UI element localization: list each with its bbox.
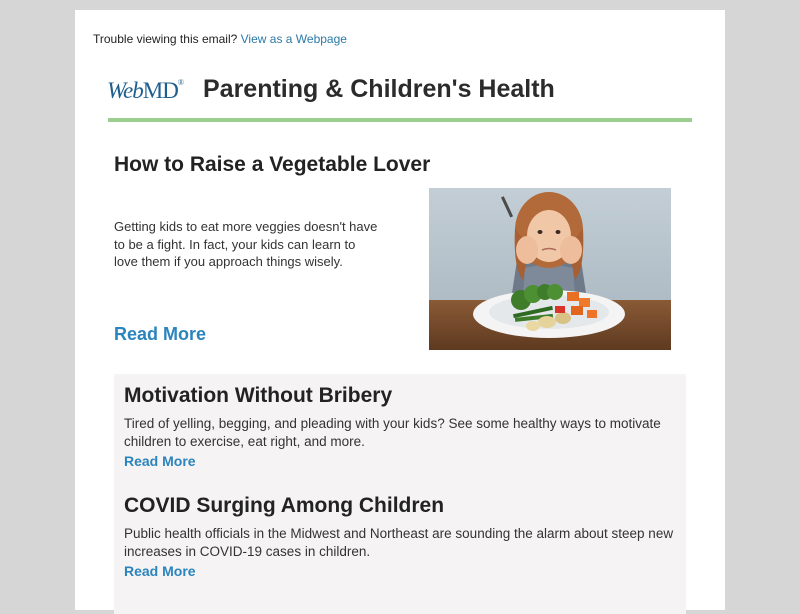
webmd-logo[interactable]: WebMD® [107,78,184,104]
article-card: Motivation Without Bribery Tired of yell… [124,384,679,471]
view-as-webpage-link[interactable]: View as a Webpage [241,32,347,46]
hero-image[interactable] [429,188,671,350]
article-description: Public health officials in the Midwest a… [124,526,674,559]
logo-md: MD [142,78,179,103]
article-description: Tired of yelling, begging, and pleading … [124,416,661,449]
hero-description: Getting kids to eat more veggies doesn't… [114,219,378,269]
article-read-more-link[interactable]: Read More [124,453,196,469]
article-read-more-link[interactable]: Read More [124,563,196,579]
secondary-articles: Motivation Without Bribery Tired of yell… [114,374,686,614]
child-with-vegetable-plate-image [429,188,671,350]
email-body: Trouble viewing this email? View as a We… [75,10,725,614]
article-title[interactable]: COVID Surging Among Children [124,494,679,518]
logo-web: Web [107,78,144,103]
hero-title[interactable]: How to Raise a Vegetable Lover [114,153,430,177]
article-card: COVID Surging Among Children Public heal… [124,494,679,581]
newsletter-title: Parenting & Children's Health [203,75,555,103]
header-divider [108,118,692,122]
logo-registered: ® [177,78,184,87]
preheader-text: Trouble viewing this email? [93,32,238,46]
article-title[interactable]: Motivation Without Bribery [124,384,679,408]
hero-read-more-link[interactable]: Read More [114,324,206,345]
preheader: Trouble viewing this email? View as a We… [93,32,347,46]
